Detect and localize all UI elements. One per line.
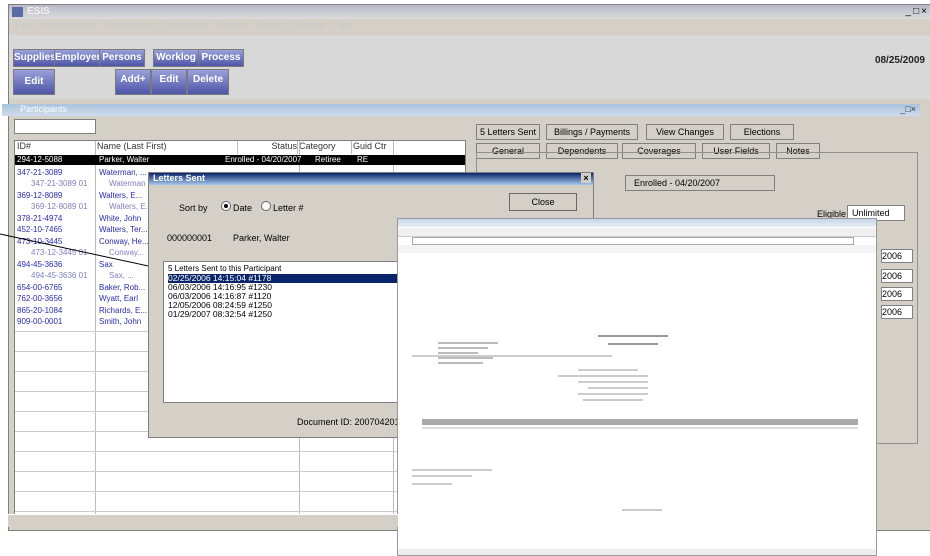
enrolled-status: Enrolled - 04/20/2007 [625,175,775,191]
letter-table-header [422,419,858,425]
close-button[interactable]: Close [509,193,577,211]
preview-address-bar[interactable] [412,237,854,245]
row-id: 294-12-5088 [17,155,63,164]
toolbar: Supplies Employers Persons Worklog Proce… [9,35,930,99]
menu-help[interactable]: Help [335,20,354,30]
letter-text-line [412,483,452,485]
date-chip[interactable]: 2006 [881,249,913,263]
persons-button[interactable]: Persons [99,49,145,67]
row-id: 865-20-1084 [17,306,63,315]
participants-window-controls[interactable]: _□× [900,104,916,114]
row-ctr: RE [357,155,369,164]
list-item[interactable]: 01/29/2007 08:32:54 #1250 [168,310,408,319]
menu-file[interactable]: File [15,20,30,30]
row-id: 347-21-3089 [17,168,63,177]
sort-letter-radio[interactable] [261,201,271,211]
menu-window[interactable]: Window [294,20,326,30]
row-id: 762-00-3656 [17,294,63,303]
letter-text-line [412,355,612,357]
preview-title-bar [398,219,876,227]
participant-id: 000000001 [167,233,213,243]
worklog-button[interactable]: Worklog [153,49,199,67]
employers-button[interactable]: Employers [54,49,106,67]
row-id: 369-12-8089 [17,191,63,200]
sort-by-label: Sort by [179,203,208,213]
dialog-title: Letters Sent [153,173,206,183]
letter-preview-window [397,218,877,556]
letters-list-title: 5 Letters Sent to this Participant [168,264,282,273]
menu-bar: File Administration Maintenance Particip… [9,20,930,33]
row-name: Richards, E... [99,306,148,315]
supplies-button[interactable]: Supplies [13,49,56,67]
row-name: Baker, Rob... [99,283,146,292]
row-id: 909-00-0001 [17,317,63,326]
participant-search-input[interactable] [14,119,96,134]
menu-participant[interactable]: Participant [164,20,207,30]
table-row[interactable]: 294-12-5088 Parker, Walter Enrolled - 04… [15,155,465,165]
participant-name: Parker, Walter [233,233,290,243]
date-chip[interactable]: 2006 [881,269,913,283]
edit-button[interactable]: Edit [13,69,55,95]
status-bar [8,514,398,527]
sort-date-radio[interactable] [221,201,231,211]
current-date: 08/25/2009 [874,55,925,66]
row-id: 347-21-3089 01 [31,179,88,188]
letter-heading [598,335,668,337]
letter-address-block [438,339,528,379]
window-controls[interactable]: _□× [906,6,929,17]
row-name: Walters, E... [109,202,153,211]
row-id: 369-12-8089 01 [31,202,88,211]
dialog-title-bar: Letters Sent × [149,173,593,185]
date-chip[interactable]: 2006 [881,305,913,319]
tab-letters-sent[interactable]: 5 Letters Sent [476,124,540,140]
preview-tab-strip [398,245,876,253]
tab-elections[interactable]: Elections [730,124,794,140]
preview-toolbar [398,228,876,237]
col-name-header[interactable]: Name (Last First) [97,141,238,154]
document-id: Document ID: 2007042014... [297,417,413,427]
row-name: Wyatt, Earl [99,294,139,303]
title-bar: ESIS _□× [9,5,930,19]
col-category-header[interactable]: Category [299,141,352,154]
col-ctr-header[interactable]: Guid Ctr [353,141,394,154]
letter-info-block [548,365,658,413]
row-id: 654-00-6765 [17,283,63,292]
participants-title: Participants [20,104,68,114]
sort-date-label: Date [233,203,253,213]
menu-reports[interactable]: Reports [216,20,248,30]
col-status-header[interactable]: Status [239,141,298,154]
row-category: Retiree [315,155,341,164]
letter-subheading [608,343,658,345]
menu-administration[interactable]: Administration [38,20,95,30]
process-button[interactable]: Process [198,49,244,67]
delete-button[interactable]: Delete [187,69,229,95]
row-name: Parker, Walter [99,155,150,164]
tab-billings-payments[interactable]: Billings / Payments [546,124,638,140]
add-button[interactable]: Add+ [115,69,151,95]
col-id-header[interactable]: ID# [17,141,96,154]
menu-utilities[interactable]: Utilities [256,20,285,30]
radio-dot [224,204,228,208]
preview-status-bar [398,549,876,555]
sort-letter-label: Letter # [273,203,304,213]
edit-f9-button[interactable]: Edit [151,69,187,95]
letter-table-row [422,427,858,429]
close-icon[interactable]: × [581,173,591,183]
letter-signature-line [622,509,662,511]
participants-title-bar: Participants _□× [2,104,920,116]
row-status: Enrolled - 04/20/2007 [225,155,302,164]
app-icon [12,7,23,17]
letter-text-line [412,475,472,477]
letter-text-line [412,469,492,471]
row-name: Waterman, ... [99,168,147,177]
app-title: ESIS [27,6,50,17]
row-name: Walters, E... [99,191,143,200]
tab-view-changes[interactable]: View Changes [646,124,724,140]
row-name: Smith, John [99,317,142,326]
date-chip[interactable]: 2006 [881,287,913,301]
menu-maintenance[interactable]: Maintenance [104,20,156,30]
